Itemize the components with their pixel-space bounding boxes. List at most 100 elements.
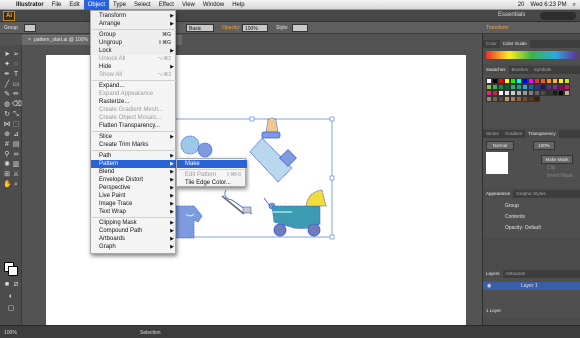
menu-separator (92, 131, 176, 132)
tab-layers[interactable]: Layers (483, 270, 503, 278)
menu-separator (92, 80, 176, 81)
tab-artboards[interactable]: Artboards (503, 270, 529, 278)
tab-color[interactable]: Color (483, 40, 500, 48)
pattern-submenu-item-edit-pattern: Edit Pattern ⇧⌘F8 (177, 171, 247, 179)
swatches-panel-tabs: Swatches Brushes Symbols (483, 66, 580, 74)
baby-bottle-art[interactable] (249, 117, 297, 183)
clip-checkbox[interactable]: Clip (547, 165, 556, 171)
menu-separator (178, 169, 246, 170)
object-menu-item-flatten-transparency[interactable]: Flatten Transparency... (91, 122, 177, 130)
invert-mask-checkbox[interactable]: Invert Mask (547, 173, 573, 179)
tab-symbols[interactable]: Symbols (531, 66, 554, 74)
object-menu-item-expand[interactable]: Expand... (91, 82, 177, 90)
menu-item-label: Expand... (99, 83, 125, 89)
selection-handle[interactable] (249, 116, 255, 122)
tab-appearance[interactable]: Appearance (483, 190, 514, 198)
menu-item-label: Arrange (99, 21, 121, 27)
tab-stroke[interactable]: Stroke (483, 130, 502, 138)
tab-brushes[interactable]: Brushes (509, 66, 532, 74)
object-menu-item-path[interactable]: Path ▶ (91, 152, 177, 160)
submenu-arrow-icon: ▶ (170, 177, 174, 183)
menu-item-label: Path (99, 153, 112, 159)
transparency-opacity-input[interactable]: 100% (533, 141, 555, 150)
object-menu-item-image-trace[interactable]: Image Trace ▶ (91, 200, 177, 208)
menu-item-label: Perspective (99, 185, 131, 191)
menu-item-label: Lock (99, 48, 112, 54)
submenu-arrow-icon: ▶ (170, 185, 174, 191)
object-menu-item-perspective[interactable]: Perspective ▶ (91, 184, 177, 192)
appearance-contents-row[interactable]: Contents (505, 214, 525, 220)
menu-item-label: Flatten Transparency... (99, 123, 160, 129)
object-menu-item-create-object-mosaic: Create Object Mosaic... (91, 114, 177, 122)
object-menu-item-hide[interactable]: Hide ▶ (91, 63, 177, 71)
selection-handle[interactable] (329, 175, 335, 181)
menu-item-label: Live Paint (99, 193, 126, 199)
color-guide-harmony-bar[interactable] (486, 51, 578, 59)
menu-item-label: Unlock All (99, 56, 126, 62)
menu-item-label: Create Gradient Mesh... (99, 107, 164, 113)
pattern-submenu-item-tile-edge-color[interactable]: Tile Edge Color... (177, 179, 247, 187)
object-menu-item-artboards[interactable]: Artboards ▶ (91, 235, 177, 243)
object-menu-item-blend[interactable]: Blend ▶ (91, 168, 177, 176)
tab-transparency[interactable]: Transparency (525, 130, 559, 138)
object-menu-item-clipping-mask[interactable]: Clipping Mask ▶ (91, 219, 177, 227)
visibility-eye-icon[interactable]: ◉ (487, 283, 491, 289)
object-menu-item-live-paint[interactable]: Live Paint ▶ (91, 192, 177, 200)
tab-swatches[interactable]: Swatches (483, 66, 509, 74)
submenu-arrow-icon: ▶ (170, 201, 174, 207)
menu-item-label: Create Trim Marks (99, 142, 149, 148)
submenu-arrow-icon: ▶ (170, 48, 174, 54)
object-menu-item-ungroup[interactable]: Ungroup ⇧⌘G (91, 39, 177, 47)
menu-item-label: Slice (99, 134, 113, 140)
layer-name[interactable]: Layer 1 (521, 283, 538, 289)
object-menu-item-rasterize[interactable]: Rasterize... (91, 98, 177, 106)
tab-gradient[interactable]: Gradient (502, 130, 525, 138)
color-swatch[interactable] (564, 90, 570, 96)
zoom-level[interactable]: 100% (4, 330, 17, 336)
object-menu-item-graph[interactable]: Graph ▶ (91, 243, 177, 251)
tab-graphic-styles[interactable]: Graphic Styles (513, 190, 548, 198)
appearance-opacity-label[interactable]: Opacity: (505, 225, 523, 231)
menu-item-label: Rasterize... (99, 99, 130, 105)
object-menu-item-create-trim-marks[interactable]: Create Trim Marks (91, 141, 177, 149)
pattern-submenu: Make Edit Pattern ⇧⌘F8 Tile Edge Color... (176, 158, 247, 187)
object-menu-item-transform[interactable]: Transform ▶ (91, 12, 177, 20)
submenu-arrow-icon: ▶ (170, 220, 174, 226)
tab-color-guide[interactable]: Color Guide (499, 40, 530, 48)
object-menu-item-lock[interactable]: Lock ▶ (91, 47, 177, 55)
submenu-arrow-icon: ▶ (170, 236, 174, 242)
selection-handle[interactable] (329, 116, 335, 122)
object-menu-item-pattern[interactable]: Pattern ▶ (91, 160, 177, 168)
object-menu-item-slice[interactable]: Slice ▶ (91, 133, 177, 141)
menu-separator (92, 150, 176, 151)
stroller-art[interactable] (263, 189, 327, 237)
object-menu-item-text-wrap[interactable]: Text Wrap ▶ (91, 208, 177, 216)
object-menu-item-compound-path[interactable]: Compound Path ▶ (91, 227, 177, 235)
selection-handle[interactable] (329, 234, 335, 240)
object-menu-item-group[interactable]: Group ⌘G (91, 31, 177, 39)
safety-pin-art[interactable] (221, 189, 253, 215)
menu-item-label: Artboards (99, 236, 126, 242)
menu-separator (92, 217, 176, 218)
status-tool[interactable]: Selection (140, 330, 161, 336)
menu-item-shortcut: ⇧⌘G (157, 40, 171, 46)
menu-item-label: Edit Pattern (185, 172, 217, 178)
menu-item-label: Image Trace (99, 201, 133, 207)
blend-mode-dropdown[interactable]: Normal (486, 141, 514, 150)
menu-item-label: Transform (99, 13, 127, 19)
menu-item-label: Group (99, 32, 116, 38)
rattle-art[interactable] (180, 135, 213, 158)
make-mask-button[interactable]: Make Mask (541, 155, 573, 164)
layers-panel: ◉ Layer 1 1 Layer (483, 278, 580, 318)
submenu-arrow-icon: ▶ (170, 228, 174, 234)
appearance-group-label: Group (505, 203, 519, 209)
object-menu-item-arrange[interactable]: Arrange ▶ (91, 20, 177, 28)
color-swatch[interactable] (534, 96, 540, 102)
object-menu-item-envelope-distort[interactable]: Envelope Distort ▶ (91, 176, 177, 184)
layers-panel-tabs: Layers Artboards (483, 270, 580, 278)
pattern-submenu-item-make[interactable]: Make (177, 160, 247, 168)
menu-item-shortcut: ⇧⌘F8 (225, 172, 241, 178)
menu-item-shortcut: ⌥⌘2 (157, 56, 171, 62)
layer-row[interactable]: ◉ Layer 1 (483, 282, 580, 290)
menu-item-label: Text Wrap (99, 209, 126, 215)
